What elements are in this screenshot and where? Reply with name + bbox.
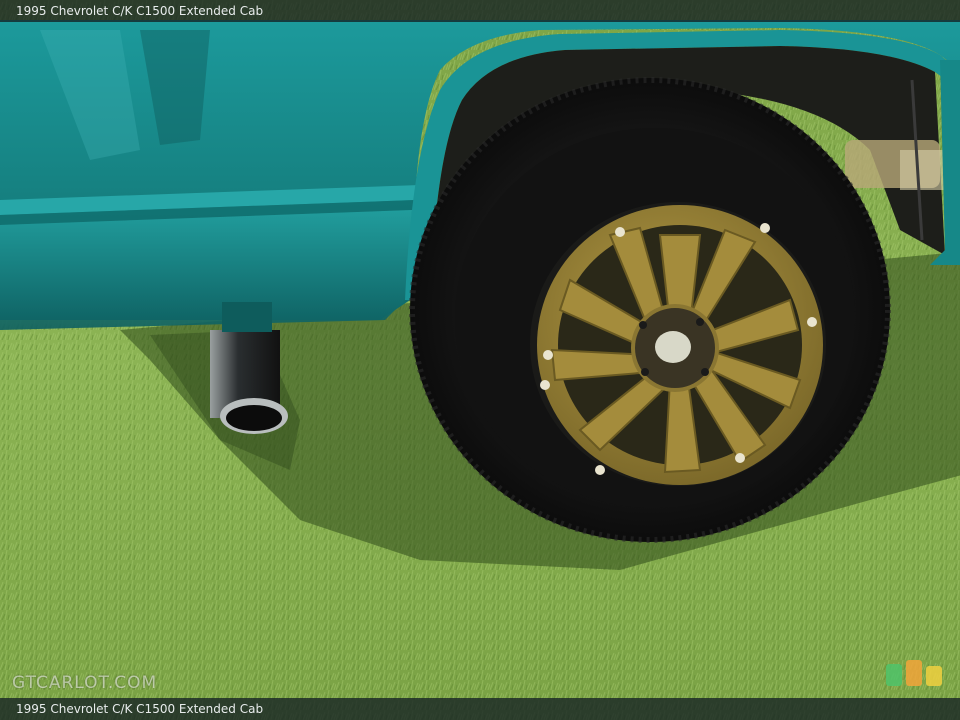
vehicle-photo	[0, 0, 960, 720]
site-watermark: GTCARLOT.COM	[12, 673, 158, 693]
caption-top: 1995 Chevrolet C/K C1500 Extended Cab	[0, 0, 960, 22]
caption-bottom: 1995 Chevrolet C/K C1500 Extended Cab	[0, 698, 960, 720]
colored-blocks-logo-icon	[884, 658, 946, 690]
